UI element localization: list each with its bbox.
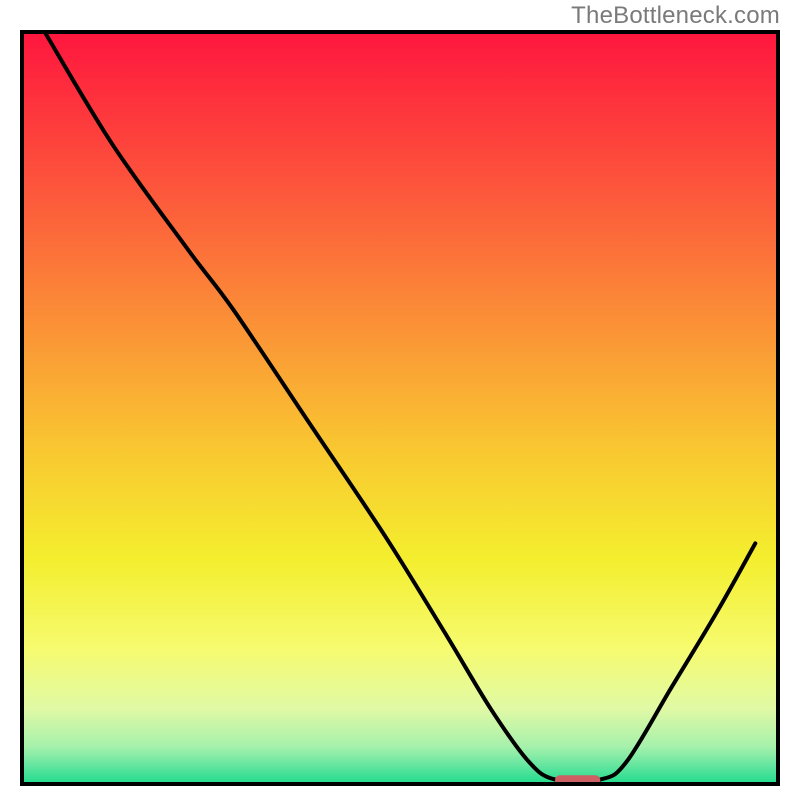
watermark-text: TheBottleneck.com xyxy=(571,2,780,30)
chart-frame: TheBottleneck.com xyxy=(0,0,800,800)
plot-area xyxy=(22,32,778,785)
gradient-background xyxy=(22,32,778,784)
chart-svg xyxy=(0,0,800,800)
